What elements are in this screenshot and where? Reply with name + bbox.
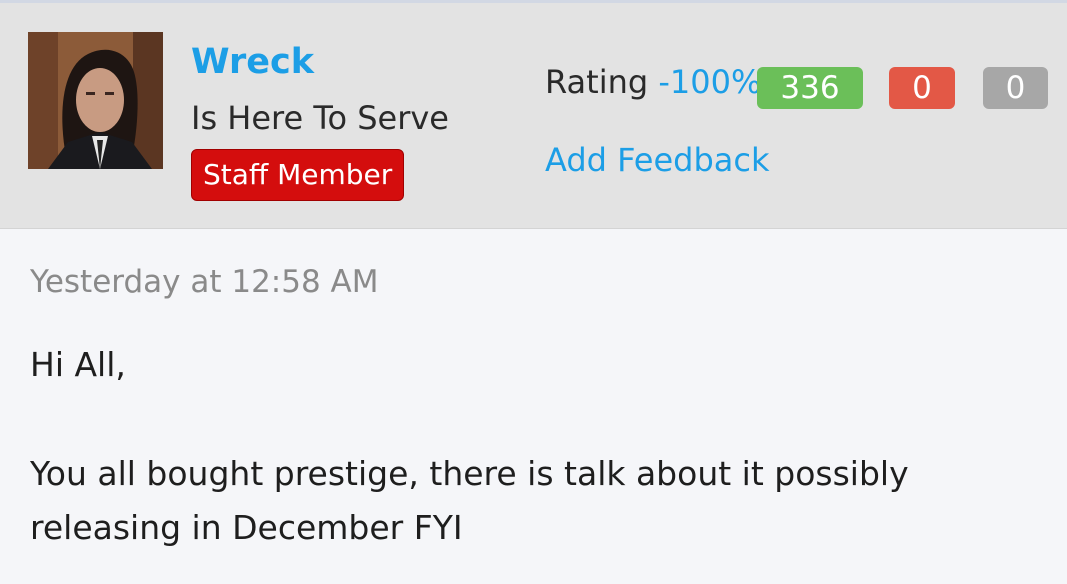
rating-percent: -100% <box>658 63 762 101</box>
negative-feedback-count[interactable]: 0 <box>889 67 955 109</box>
staff-member-badge: Staff Member <box>191 149 405 201</box>
post-author-header: Wreck Is Here To Serve Staff Member Rati… <box>0 0 1067 229</box>
post-body-text: You all bought prestige, there is talk a… <box>30 454 909 547</box>
post-timestamp[interactable]: Yesterday at 12:58 AM <box>30 262 379 302</box>
rating-summary: Rating -100% <box>545 61 761 103</box>
author-title: Is Here To Serve <box>191 99 449 137</box>
author-name-link[interactable]: Wreck <box>191 41 314 83</box>
post-greeting: Hi All, <box>30 345 126 384</box>
rating-label: Rating <box>545 63 649 101</box>
avatar[interactable] <box>28 32 163 169</box>
add-feedback-link[interactable]: Add Feedback <box>545 139 770 181</box>
positive-feedback-count[interactable]: 336 <box>757 67 863 109</box>
neutral-feedback-count[interactable]: 0 <box>983 67 1048 109</box>
